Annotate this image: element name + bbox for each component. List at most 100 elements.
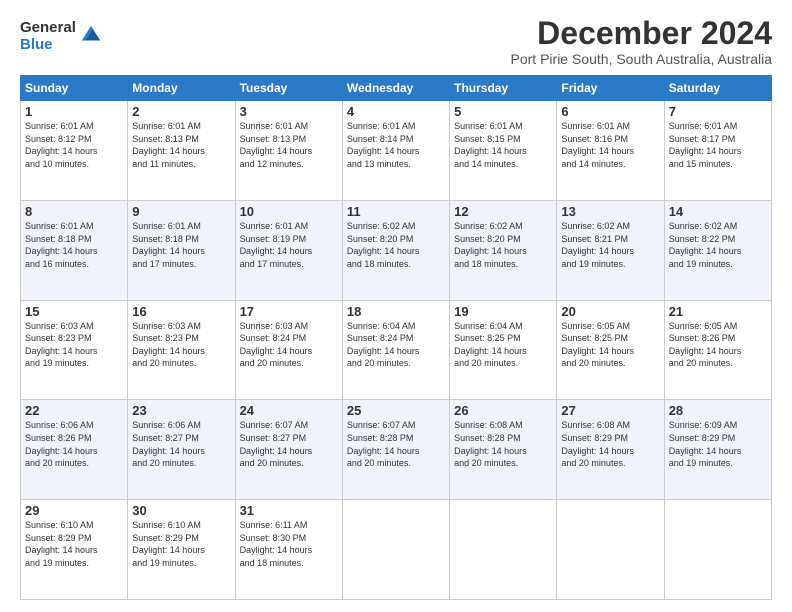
day-number: 11 — [347, 204, 445, 219]
calendar-cell: 17Sunrise: 6:03 AM Sunset: 8:24 PM Dayli… — [235, 300, 342, 400]
calendar-week-2: 8Sunrise: 6:01 AM Sunset: 8:18 PM Daylig… — [21, 200, 772, 300]
logo-blue: Blue — [20, 37, 76, 54]
col-tuesday: Tuesday — [235, 76, 342, 101]
day-number: 22 — [25, 403, 123, 418]
logo: General Blue — [20, 20, 102, 53]
logo-text: General Blue — [20, 20, 76, 53]
calendar-week-4: 22Sunrise: 6:06 AM Sunset: 8:26 PM Dayli… — [21, 400, 772, 500]
day-info: Sunrise: 6:01 AM Sunset: 8:19 PM Dayligh… — [240, 220, 338, 270]
day-number: 15 — [25, 304, 123, 319]
calendar-subtitle: Port Pirie South, South Australia, Austr… — [511, 51, 772, 67]
calendar-cell: 1Sunrise: 6:01 AM Sunset: 8:12 PM Daylig… — [21, 101, 128, 201]
day-info: Sunrise: 6:04 AM Sunset: 8:25 PM Dayligh… — [454, 320, 552, 370]
day-info: Sunrise: 6:03 AM Sunset: 8:24 PM Dayligh… — [240, 320, 338, 370]
calendar-table: Sunday Monday Tuesday Wednesday Thursday… — [20, 75, 772, 600]
day-number: 8 — [25, 204, 123, 219]
day-number: 28 — [669, 403, 767, 418]
day-info: Sunrise: 6:01 AM Sunset: 8:18 PM Dayligh… — [25, 220, 123, 270]
day-number: 19 — [454, 304, 552, 319]
calendar-cell: 26Sunrise: 6:08 AM Sunset: 8:28 PM Dayli… — [450, 400, 557, 500]
day-number: 23 — [132, 403, 230, 418]
day-number: 30 — [132, 503, 230, 518]
day-number: 2 — [132, 104, 230, 119]
col-monday: Monday — [128, 76, 235, 101]
day-info: Sunrise: 6:01 AM Sunset: 8:12 PM Dayligh… — [25, 120, 123, 170]
page: General Blue December 2024 Port Pirie So… — [0, 0, 792, 612]
calendar-cell: 22Sunrise: 6:06 AM Sunset: 8:26 PM Dayli… — [21, 400, 128, 500]
calendar-cell: 14Sunrise: 6:02 AM Sunset: 8:22 PM Dayli… — [664, 200, 771, 300]
day-info: Sunrise: 6:03 AM Sunset: 8:23 PM Dayligh… — [132, 320, 230, 370]
day-info: Sunrise: 6:02 AM Sunset: 8:21 PM Dayligh… — [561, 220, 659, 270]
calendar-cell: 6Sunrise: 6:01 AM Sunset: 8:16 PM Daylig… — [557, 101, 664, 201]
day-number: 18 — [347, 304, 445, 319]
calendar-cell: 9Sunrise: 6:01 AM Sunset: 8:18 PM Daylig… — [128, 200, 235, 300]
logo-general: General — [20, 20, 76, 37]
calendar-title: December 2024 — [511, 16, 772, 51]
logo-icon — [80, 24, 102, 46]
day-info: Sunrise: 6:07 AM Sunset: 8:27 PM Dayligh… — [240, 419, 338, 469]
day-info: Sunrise: 6:08 AM Sunset: 8:29 PM Dayligh… — [561, 419, 659, 469]
calendar-cell: 18Sunrise: 6:04 AM Sunset: 8:24 PM Dayli… — [342, 300, 449, 400]
day-number: 21 — [669, 304, 767, 319]
col-wednesday: Wednesday — [342, 76, 449, 101]
calendar-cell: 3Sunrise: 6:01 AM Sunset: 8:13 PM Daylig… — [235, 101, 342, 201]
calendar-cell: 7Sunrise: 6:01 AM Sunset: 8:17 PM Daylig… — [664, 101, 771, 201]
day-number: 31 — [240, 503, 338, 518]
calendar-cell: 30Sunrise: 6:10 AM Sunset: 8:29 PM Dayli… — [128, 500, 235, 600]
day-number: 5 — [454, 104, 552, 119]
day-number: 7 — [669, 104, 767, 119]
day-number: 16 — [132, 304, 230, 319]
day-info: Sunrise: 6:01 AM Sunset: 8:13 PM Dayligh… — [240, 120, 338, 170]
calendar-cell: 15Sunrise: 6:03 AM Sunset: 8:23 PM Dayli… — [21, 300, 128, 400]
calendar-cell: 19Sunrise: 6:04 AM Sunset: 8:25 PM Dayli… — [450, 300, 557, 400]
calendar-cell: 21Sunrise: 6:05 AM Sunset: 8:26 PM Dayli… — [664, 300, 771, 400]
col-friday: Friday — [557, 76, 664, 101]
day-info: Sunrise: 6:01 AM Sunset: 8:16 PM Dayligh… — [561, 120, 659, 170]
day-info: Sunrise: 6:08 AM Sunset: 8:28 PM Dayligh… — [454, 419, 552, 469]
calendar-cell: 13Sunrise: 6:02 AM Sunset: 8:21 PM Dayli… — [557, 200, 664, 300]
day-info: Sunrise: 6:02 AM Sunset: 8:20 PM Dayligh… — [347, 220, 445, 270]
header: General Blue December 2024 Port Pirie So… — [20, 16, 772, 67]
day-number: 12 — [454, 204, 552, 219]
calendar-cell: 23Sunrise: 6:06 AM Sunset: 8:27 PM Dayli… — [128, 400, 235, 500]
day-info: Sunrise: 6:03 AM Sunset: 8:23 PM Dayligh… — [25, 320, 123, 370]
day-number: 29 — [25, 503, 123, 518]
day-number: 4 — [347, 104, 445, 119]
day-info: Sunrise: 6:06 AM Sunset: 8:26 PM Dayligh… — [25, 419, 123, 469]
calendar-cell: 27Sunrise: 6:08 AM Sunset: 8:29 PM Dayli… — [557, 400, 664, 500]
day-info: Sunrise: 6:05 AM Sunset: 8:25 PM Dayligh… — [561, 320, 659, 370]
day-info: Sunrise: 6:10 AM Sunset: 8:29 PM Dayligh… — [25, 519, 123, 569]
day-info: Sunrise: 6:01 AM Sunset: 8:13 PM Dayligh… — [132, 120, 230, 170]
calendar-cell: 5Sunrise: 6:01 AM Sunset: 8:15 PM Daylig… — [450, 101, 557, 201]
calendar-cell: 25Sunrise: 6:07 AM Sunset: 8:28 PM Dayli… — [342, 400, 449, 500]
calendar-week-5: 29Sunrise: 6:10 AM Sunset: 8:29 PM Dayli… — [21, 500, 772, 600]
col-thursday: Thursday — [450, 76, 557, 101]
day-info: Sunrise: 6:06 AM Sunset: 8:27 PM Dayligh… — [132, 419, 230, 469]
day-number: 6 — [561, 104, 659, 119]
calendar-cell: 28Sunrise: 6:09 AM Sunset: 8:29 PM Dayli… — [664, 400, 771, 500]
day-info: Sunrise: 6:04 AM Sunset: 8:24 PM Dayligh… — [347, 320, 445, 370]
day-number: 26 — [454, 403, 552, 418]
day-info: Sunrise: 6:02 AM Sunset: 8:20 PM Dayligh… — [454, 220, 552, 270]
day-info: Sunrise: 6:10 AM Sunset: 8:29 PM Dayligh… — [132, 519, 230, 569]
title-block: December 2024 Port Pirie South, South Au… — [511, 16, 772, 67]
day-info: Sunrise: 6:11 AM Sunset: 8:30 PM Dayligh… — [240, 519, 338, 569]
calendar-week-1: 1Sunrise: 6:01 AM Sunset: 8:12 PM Daylig… — [21, 101, 772, 201]
day-number: 10 — [240, 204, 338, 219]
day-number: 17 — [240, 304, 338, 319]
col-sunday: Sunday — [21, 76, 128, 101]
calendar-cell: 2Sunrise: 6:01 AM Sunset: 8:13 PM Daylig… — [128, 101, 235, 201]
calendar-cell: 10Sunrise: 6:01 AM Sunset: 8:19 PM Dayli… — [235, 200, 342, 300]
calendar-cell — [450, 500, 557, 600]
calendar-cell: 4Sunrise: 6:01 AM Sunset: 8:14 PM Daylig… — [342, 101, 449, 201]
col-saturday: Saturday — [664, 76, 771, 101]
day-info: Sunrise: 6:01 AM Sunset: 8:15 PM Dayligh… — [454, 120, 552, 170]
day-number: 14 — [669, 204, 767, 219]
calendar-cell: 31Sunrise: 6:11 AM Sunset: 8:30 PM Dayli… — [235, 500, 342, 600]
calendar-cell: 24Sunrise: 6:07 AM Sunset: 8:27 PM Dayli… — [235, 400, 342, 500]
day-number: 24 — [240, 403, 338, 418]
day-info: Sunrise: 6:07 AM Sunset: 8:28 PM Dayligh… — [347, 419, 445, 469]
day-info: Sunrise: 6:09 AM Sunset: 8:29 PM Dayligh… — [669, 419, 767, 469]
calendar-week-3: 15Sunrise: 6:03 AM Sunset: 8:23 PM Dayli… — [21, 300, 772, 400]
day-number: 25 — [347, 403, 445, 418]
